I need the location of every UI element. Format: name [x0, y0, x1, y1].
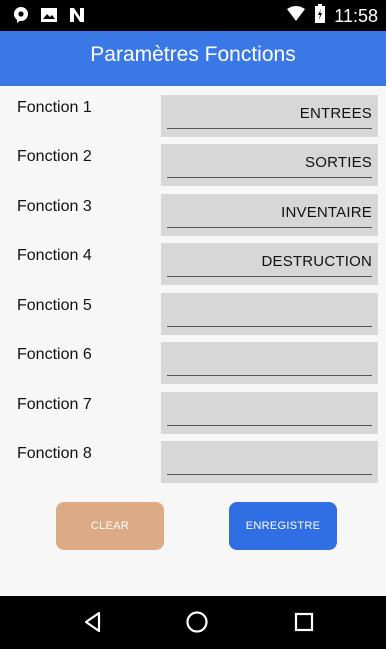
function-row: Fonction 4 DESTRUCTION: [0, 243, 386, 287]
home-icon[interactable]: [184, 609, 210, 635]
function-input-value: INVENTAIRE: [281, 204, 372, 221]
battery-icon: [314, 4, 326, 29]
function-label: Fonction 6: [17, 346, 92, 363]
function-row: Fonction 1 ENTREES: [0, 95, 386, 139]
input-underline: [167, 326, 372, 327]
function-row: Fonction 6: [0, 342, 386, 386]
input-underline: [167, 375, 372, 376]
image-icon: [40, 6, 58, 29]
navigation-bar: [0, 596, 386, 649]
back-icon[interactable]: [80, 609, 106, 635]
function-input[interactable]: [161, 293, 378, 335]
function-label: Fonction 5: [17, 297, 92, 314]
function-row: Fonction 7: [0, 392, 386, 436]
input-underline: [167, 128, 372, 129]
status-left-icons: [12, 6, 86, 29]
notification-icon: [12, 6, 30, 29]
input-underline: [167, 474, 372, 475]
status-bar: 11:58: [0, 0, 386, 31]
wifi-icon: [286, 5, 306, 28]
page-title: Paramètres Fonctions: [90, 43, 296, 66]
n-icon: [68, 6, 86, 29]
function-input[interactable]: [161, 342, 378, 384]
function-label: Fonction 7: [17, 396, 92, 413]
function-input[interactable]: INVENTAIRE: [161, 194, 378, 236]
function-input[interactable]: SORTIES: [161, 144, 378, 186]
function-row: Fonction 2 SORTIES: [0, 144, 386, 188]
function-label: Fonction 2: [17, 148, 92, 165]
function-row: Fonction 3 INVENTAIRE: [0, 194, 386, 238]
input-underline: [167, 177, 372, 178]
function-input-value: DESTRUCTION: [261, 253, 372, 270]
function-input[interactable]: DESTRUCTION: [161, 243, 378, 285]
clear-button[interactable]: CLEAR: [56, 502, 164, 550]
function-input[interactable]: ENTREES: [161, 95, 378, 137]
function-label: Fonction 1: [17, 99, 92, 116]
function-row: Fonction 5: [0, 293, 386, 337]
app-header: Paramètres Fonctions: [0, 31, 386, 86]
function-label: Fonction 8: [17, 445, 92, 462]
input-underline: [167, 227, 372, 228]
function-input[interactable]: [161, 392, 378, 434]
input-underline: [167, 276, 372, 277]
input-underline: [167, 425, 372, 426]
function-input[interactable]: [161, 441, 378, 483]
function-label: Fonction 3: [17, 198, 92, 215]
function-row: Fonction 8: [0, 441, 386, 485]
save-button[interactable]: ENREGISTRE: [229, 502, 337, 550]
status-time: 11:58: [334, 6, 378, 26]
function-input-value: ENTREES: [299, 105, 372, 122]
recents-icon[interactable]: [291, 609, 317, 635]
app-screen: 11:58 Paramètres Fonctions Fonction 1 EN…: [0, 0, 386, 649]
function-label: Fonction 4: [17, 247, 92, 264]
status-right-icons: 11:58: [286, 4, 378, 29]
function-input-value: SORTIES: [305, 154, 372, 171]
